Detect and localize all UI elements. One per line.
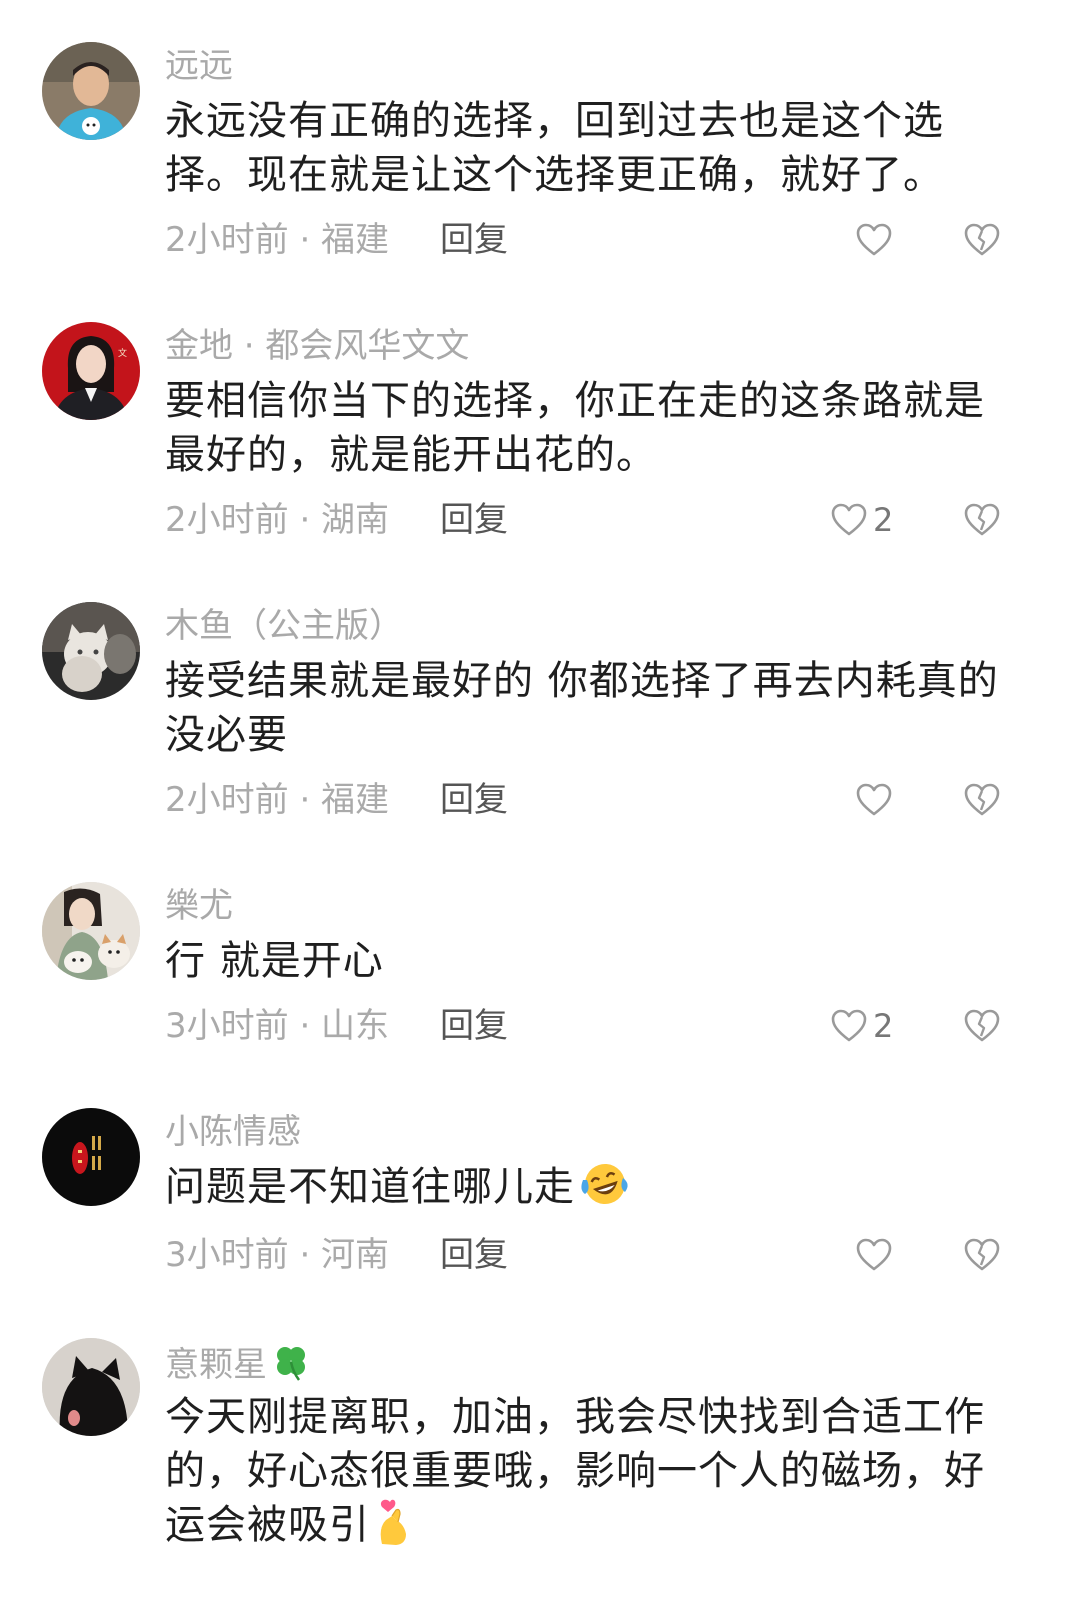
- black-cat-avatar-icon: [42, 1338, 140, 1436]
- comment-text-content: 今天刚提离职，加油，我会尽快找到合适工作的，好心态很重要哦，影响一个人的磁场，好…: [165, 1394, 985, 1548]
- comment-item: 意颗星 今天刚提离职，加油，我会尽快找到合适工作的，好心态很重要哦，影响一个人的…: [0, 0, 1080, 1619]
- avatar[interactable]: [42, 1338, 140, 1436]
- comment-text: 今天刚提离职，加油，我会尽快找到合适工作的，好心态很重要哦，影响一个人的磁场，好…: [165, 1390, 1005, 1560]
- username[interactable]: 意颗星: [165, 1342, 311, 1391]
- finger-heart-emoji-icon: [374, 1498, 414, 1560]
- four-leaf-clover-emoji-icon: [271, 1342, 311, 1391]
- username-text: 意颗星: [165, 1345, 267, 1385]
